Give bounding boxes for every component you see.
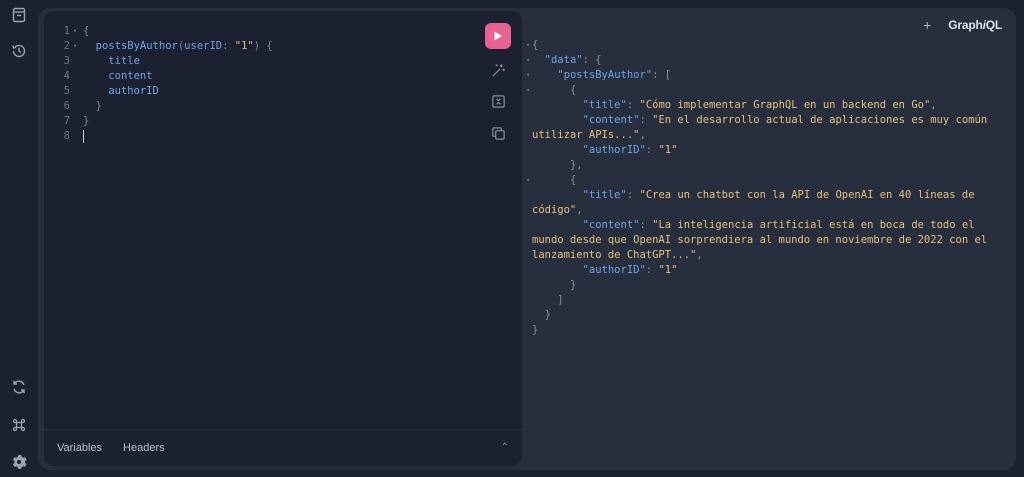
editor-line: 3 title — [44, 54, 273, 69]
result-line: "title": "Crea un chatbot con la API de … — [532, 188, 1002, 218]
fold-arrow-icon[interactable]: ▾ — [70, 24, 80, 39]
settings-icon[interactable] — [9, 452, 29, 472]
line-number: 6 — [44, 99, 70, 114]
merge-fragments-button[interactable] — [489, 92, 507, 110]
json-key: "content" — [583, 114, 640, 126]
result-line: ▾ { — [532, 173, 1002, 188]
result-line: } — [532, 323, 1002, 338]
query-editor[interactable]: 1▾{ 2▾ postsByAuthor(userID: "1") { 3 ti… — [44, 24, 273, 144]
result-line: } — [532, 308, 1002, 323]
fold-arrow-icon[interactable]: ▾ — [70, 39, 80, 54]
line-number: 7 — [44, 114, 70, 129]
header-right: + GraphiQL — [923, 17, 1002, 33]
editor-line: 6 } — [44, 99, 273, 114]
play-icon — [493, 31, 503, 41]
chevron-up-icon[interactable]: ⌃ — [501, 442, 509, 453]
editor-line: 8 — [44, 129, 273, 144]
result-line: ] — [532, 293, 1002, 308]
json-value: "1" — [658, 144, 677, 156]
tab-headers[interactable]: Headers — [123, 442, 165, 454]
fold-arrow-icon[interactable]: ▾ — [526, 83, 530, 98]
copy-query-button[interactable] — [489, 124, 507, 142]
add-tab-button[interactable]: + — [923, 17, 931, 33]
json-key: "postsByAuthor" — [557, 69, 652, 81]
editor-line: 7} — [44, 114, 273, 129]
docs-icon[interactable] — [9, 5, 29, 25]
selection-field: content — [108, 70, 152, 82]
prettify-button[interactable] — [489, 61, 507, 79]
json-value: "Cómo implementar GraphQL en un backend … — [640, 99, 931, 111]
fold-arrow-icon[interactable]: ▾ — [526, 53, 530, 68]
query-arg-value: "1" — [235, 40, 254, 52]
logo-suffix: QL — [986, 18, 1002, 32]
line-number: 3 — [44, 54, 70, 69]
query-arg-name: userID — [184, 40, 222, 52]
line-number: 1 — [44, 24, 70, 39]
result-line: }, — [532, 158, 1002, 173]
json-key: "title" — [583, 189, 627, 201]
result-line: "content": "La inteligencia artificial e… — [532, 218, 1002, 263]
refetch-schema-icon[interactable] — [9, 377, 29, 397]
open-brace: { — [80, 24, 89, 39]
line-number: 5 — [44, 84, 70, 99]
graphiql-logo: GraphiQL — [948, 18, 1002, 32]
editor-line: 1▾{ — [44, 24, 273, 39]
history-icon[interactable] — [9, 41, 29, 61]
selection-field: authorID — [108, 85, 159, 97]
result-line: ▾{ — [532, 38, 1002, 53]
editor-line: 2▾ postsByAuthor(userID: "1") { — [44, 39, 273, 54]
result-line: ▾ { — [532, 83, 1002, 98]
tab-variables[interactable]: Variables — [57, 442, 102, 454]
query-editor-panel: 1▾{ 2▾ postsByAuthor(userID: "1") { 3 ti… — [44, 11, 522, 466]
result-line: "authorID": "1" — [532, 263, 1002, 278]
json-key: "content" — [583, 219, 640, 231]
prettify-icon — [491, 63, 506, 78]
query-field: postsByAuthor — [96, 40, 178, 52]
result-line: ▾ "data": { — [532, 53, 1002, 68]
result-line: "title": "Cómo implementar GraphQL en un… — [532, 98, 1002, 113]
execute-query-button[interactable] — [485, 23, 511, 49]
result-line: "authorID": "1" — [532, 143, 1002, 158]
sidebar — [0, 0, 38, 477]
shortcuts-icon[interactable] — [9, 415, 29, 435]
copy-query-icon — [491, 126, 506, 141]
graphiql-main: 1▾{ 2▾ postsByAuthor(userID: "1") { 3 ti… — [38, 8, 1016, 470]
line-number: 2 — [44, 39, 70, 54]
fold-arrow-icon[interactable]: ▾ — [526, 173, 530, 188]
logo-prefix: Graph — [948, 18, 982, 32]
result-line: "content": "En el desarrollo actual de a… — [532, 113, 1002, 143]
fold-arrow-icon[interactable]: ▾ — [526, 38, 530, 53]
json-key: "authorID" — [583, 144, 646, 156]
result-line: ▾ "postsByAuthor": [ — [532, 68, 1002, 83]
fold-arrow-icon[interactable]: ▾ — [526, 68, 530, 83]
json-value: "1" — [658, 264, 677, 276]
close-brace: } — [80, 114, 89, 129]
json-key: "data" — [545, 54, 583, 66]
line-number: 8 — [44, 129, 70, 144]
editor-line: 5 authorID — [44, 84, 273, 99]
json-key: "authorID" — [583, 264, 646, 276]
editor-tools-bar: Variables Headers ⌃ — [44, 429, 522, 466]
line-number: 4 — [44, 69, 70, 84]
selection-field: title — [108, 55, 140, 67]
merge-fragments-icon — [491, 94, 506, 109]
text-cursor — [83, 130, 84, 143]
result-line: } — [532, 278, 1002, 293]
editor-line: 4 content — [44, 69, 273, 84]
result-viewer[interactable]: ▾{ ▾ "data": { ▾ "postsByAuthor": [ ▾ { … — [532, 38, 1002, 458]
json-key: "title" — [583, 99, 627, 111]
